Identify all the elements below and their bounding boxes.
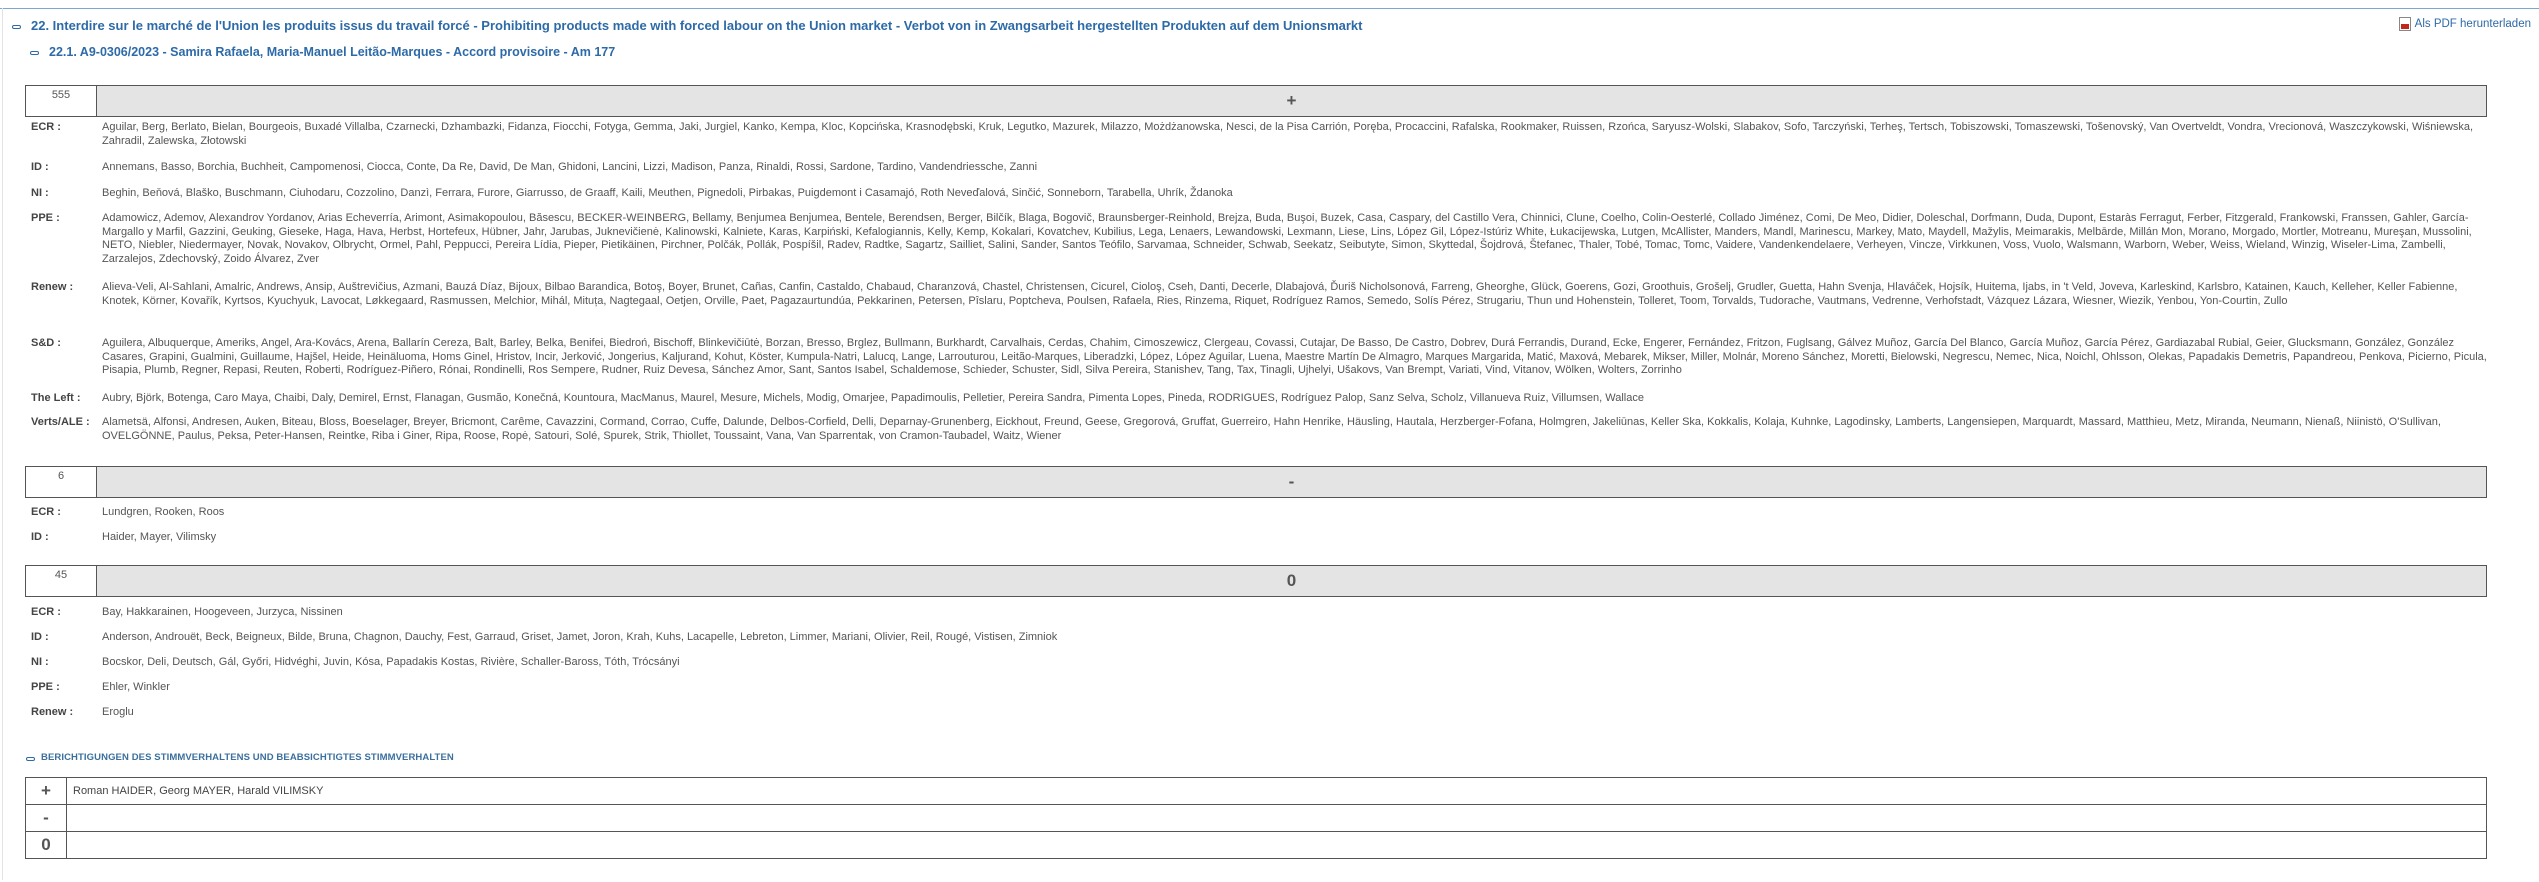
pdf-download-link[interactable]: Als PDF herunterladen — [2398, 17, 2531, 31]
group-row: ID : Anderson, Androuët, Beck, Beigneux,… — [31, 631, 2491, 645]
group-row: S&D : Aguilera, Albuquerque, Ameriks, An… — [31, 337, 2491, 378]
group-members: Eroglu — [102, 706, 134, 718]
collapse-icon[interactable] — [26, 756, 35, 761]
group-label: ID : — [31, 531, 49, 543]
correction-symbol: 0 — [25, 831, 67, 859]
group-members: Alametsä, Alfonsi, Andresen, Auken, Bite… — [102, 416, 2441, 442]
vote-title-text: 22. Interdire sur le marché de l'Union l… — [31, 18, 1363, 33]
group-label: NI : — [31, 656, 49, 668]
collapse-icon[interactable] — [12, 24, 21, 29]
corrections-heading-text: BERICHTIGUNGEN DES STIMMVERHALTENS UND B… — [41, 752, 454, 763]
group-members: Lundgren, Rooken, Roos — [102, 506, 225, 518]
corrections-table: + Roman HAIDER, Georg MAYER, Harald VILI… — [25, 777, 2487, 859]
group-members: Aubry, Björk, Botenga, Caro Maya, Chaibi… — [102, 392, 1644, 404]
group-members: Haider, Mayer, Vilimsky — [102, 531, 217, 543]
correction-symbol: + — [25, 777, 67, 805]
group-members: Alieva-Veli, Al-Sahlani, Amalric, Andrew… — [102, 281, 2458, 307]
correction-symbol: - — [25, 804, 67, 832]
table-row: - — [25, 804, 2487, 832]
collapse-icon[interactable] — [30, 51, 39, 55]
group-label: ID : — [31, 631, 49, 643]
group-row: ECR : Bay, Hakkarainen, Hoogeveen, Jurzy… — [31, 606, 2491, 620]
table-row: 0 — [25, 831, 2487, 859]
vote-header-for: 555 + — [25, 85, 2487, 117]
group-row: PPE : Ehler, Winkler — [31, 681, 2491, 695]
group-members: Ehler, Winkler — [102, 681, 170, 693]
group-row: The Left : Aubry, Björk, Botenga, Caro M… — [31, 392, 2491, 406]
group-row: Verts/ALE : Alametsä, Alfonsi, Andresen,… — [31, 416, 2491, 443]
group-label: Verts/ALE : — [31, 416, 90, 428]
group-members: Bocskor, Deli, Deutsch, Gál, Győri, Hidv… — [102, 656, 680, 668]
group-members: Aguilera, Albuquerque, Ameriks, Angel, A… — [102, 337, 2487, 377]
vote-subtitle[interactable]: 22.1. A9-0306/2023 - Samira Rafaela, Mar… — [30, 45, 615, 59]
vote-symbol: 0 — [97, 566, 2486, 596]
vote-symbol: + — [97, 86, 2486, 116]
group-label: PPE : — [31, 212, 60, 224]
group-members: Adamowicz, Ademov, Alexandrov Yordanov, … — [102, 212, 2472, 266]
vote-count: 555 — [26, 86, 97, 116]
vote-title[interactable]: 22. Interdire sur le marché de l'Union l… — [12, 18, 1363, 33]
vote-header-abstain: 45 0 — [25, 565, 2487, 597]
group-row: ID : Annemans, Basso, Borchia, Buchheit,… — [31, 161, 2491, 175]
vote-subtitle-text: 22.1. A9-0306/2023 - Samira Rafaela, Mar… — [49, 45, 616, 59]
group-label: The Left : — [31, 392, 81, 404]
correction-names — [66, 804, 2487, 832]
group-row: ECR : Lundgren, Rooken, Roos — [31, 506, 2491, 520]
correction-names — [66, 831, 2487, 859]
group-members: Anderson, Androuët, Beck, Beigneux, Bild… — [102, 631, 1058, 643]
group-members: Annemans, Basso, Borchia, Buchheit, Camp… — [102, 161, 1038, 173]
group-members: Aguilar, Berg, Berlato, Bielan, Bourgeoi… — [102, 121, 2474, 147]
group-label: S&D : — [31, 337, 61, 349]
group-label: NI : — [31, 187, 49, 199]
group-label: ECR : — [31, 506, 61, 518]
group-label: Renew : — [31, 281, 74, 293]
pdf-download-label: Als PDF herunterladen — [2414, 18, 2531, 30]
vote-count: 45 — [26, 566, 97, 596]
pdf-icon — [2398, 17, 2411, 31]
group-row: ID : Haider, Mayer, Vilimsky — [31, 531, 2491, 545]
vote-symbol: - — [97, 467, 2486, 497]
group-row: PPE : Adamowicz, Ademov, Alexandrov Yord… — [31, 212, 2491, 267]
group-members: Beghin, Beňová, Blaško, Buschmann, Ciuho… — [102, 187, 1233, 199]
correction-names: Roman HAIDER, Georg MAYER, Harald VILIMS… — [66, 777, 2487, 805]
vote-count: 6 — [26, 467, 97, 497]
group-label: Renew : — [31, 706, 74, 718]
group-label: PPE : — [31, 681, 60, 693]
table-row: + Roman HAIDER, Georg MAYER, Harald VILI… — [25, 777, 2487, 805]
group-row: ECR : Aguilar, Berg, Berlato, Bielan, Bo… — [31, 121, 2491, 148]
group-row: Renew : Eroglu — [31, 706, 2491, 720]
group-label: ECR : — [31, 121, 61, 133]
group-label: ECR : — [31, 606, 61, 618]
group-row: NI : Beghin, Beňová, Blaško, Buschmann, … — [31, 187, 2491, 201]
group-label: ID : — [31, 161, 49, 173]
corrections-heading[interactable]: BERICHTIGUNGEN DES STIMMVERHALTENS UND B… — [26, 752, 454, 763]
group-row: NI : Bocskor, Deli, Deutsch, Gál, Győri,… — [31, 656, 2491, 670]
group-row: Renew : Alieva-Veli, Al-Sahlani, Amalric… — [31, 281, 2491, 308]
vote-header-against: 6 - — [25, 466, 2487, 498]
group-members: Bay, Hakkarainen, Hoogeveen, Jurzyca, Ni… — [102, 606, 343, 618]
